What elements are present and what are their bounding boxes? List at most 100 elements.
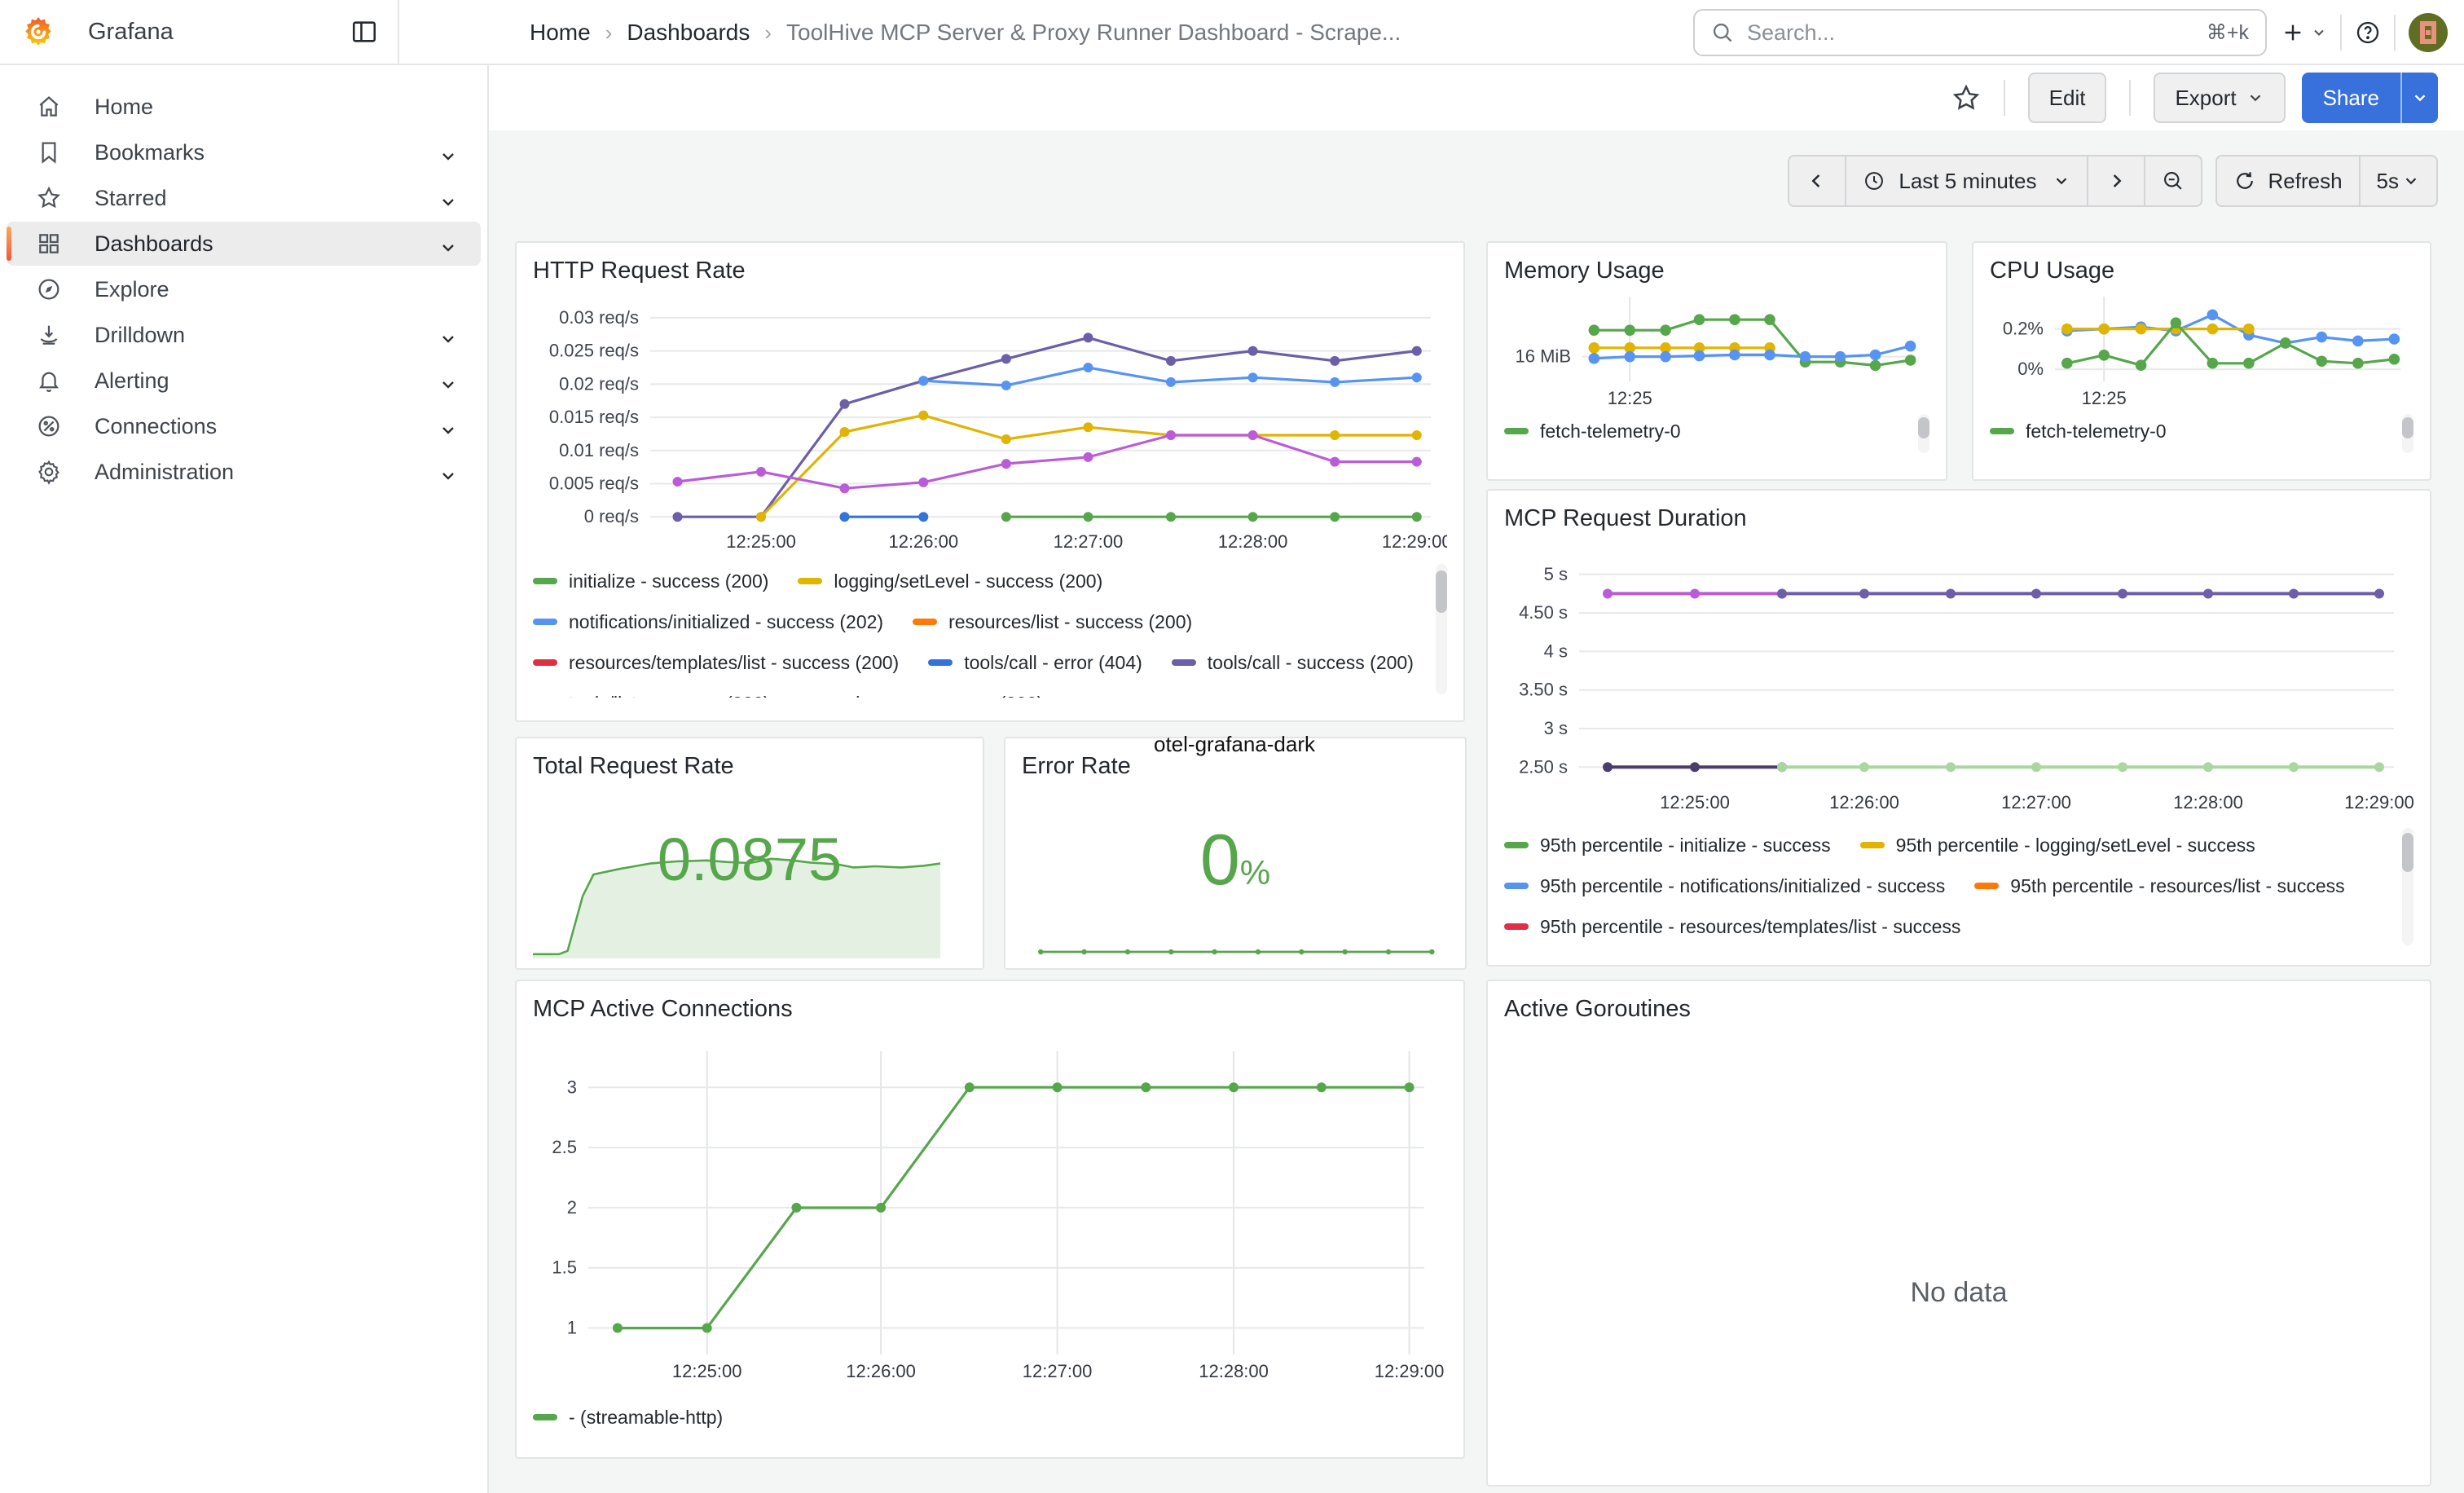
brand-label: Grafana (88, 19, 174, 46)
legend-item[interactable]: 95th percentile - logging/setLevel - suc… (1860, 825, 2255, 865)
legend-label: logging/setLevel - success (200) (834, 570, 1102, 592)
sidebar-item-alerting[interactable]: Alerting (7, 359, 481, 403)
share-menu-button[interactable] (2400, 73, 2438, 123)
legend-item[interactable]: 95th percentile - notifications/initiali… (1504, 865, 1945, 906)
panel-mcp-request-duration[interactable]: MCP Request Duration 2.50 s3 s3.50 s4 s4… (1486, 489, 2431, 967)
legend-item[interactable]: initialize - success (200) (533, 561, 768, 601)
panel-title: CPU Usage (1990, 254, 2413, 287)
user-avatar[interactable] (2409, 13, 2448, 52)
time-controls: Last 5 minutes Refresh 5s (1788, 155, 2438, 207)
breadcrumb-item[interactable]: Home (530, 20, 591, 46)
sidebar-item-label: Drilldown (95, 323, 185, 348)
panel-error-rate[interactable]: Error Rate 0% (1004, 737, 1467, 970)
sidebar-item-drilldown[interactable]: Drilldown (7, 313, 481, 357)
svg-text:12:28:00: 12:28:00 (1218, 531, 1288, 552)
sidebar-item-label: Alerting (95, 368, 169, 394)
cpu-usage-chart[interactable]: 0.2%0%12:25 (1990, 287, 2413, 411)
svg-text:0.01 req/s: 0.01 req/s (559, 440, 639, 460)
refresh-interval-picker[interactable]: 5s (2361, 156, 2436, 205)
sidebar-item-connections[interactable]: Connections (7, 404, 481, 448)
time-shift-forward-button[interactable] (2088, 156, 2145, 205)
legend-item[interactable]: tools/call - success (200) (1172, 642, 1414, 683)
svg-text:12:27:00: 12:27:00 (1054, 531, 1124, 552)
time-range-label: Last 5 minutes (1899, 169, 2036, 194)
legend-scrollbar[interactable] (1436, 564, 1447, 694)
divider (2129, 80, 2131, 116)
legend-scrollbar[interactable] (2402, 828, 2413, 945)
legend-scrollbar[interactable] (1918, 414, 1929, 453)
legend-label: 95th percentile - notifications/initiali… (1540, 875, 1945, 897)
edit-button[interactable]: Edit (2028, 73, 2107, 123)
sidebar-item-administration[interactable]: Administration (7, 450, 481, 494)
svg-text:0.03 req/s: 0.03 req/s (559, 307, 639, 328)
legend-label: fetch-telemetry-0 (2026, 421, 2167, 443)
sidebar-item-label: Home (95, 95, 153, 120)
legend-label: 95th percentile - logging/setLevel - suc… (1896, 835, 2255, 857)
svg-text:0%: 0% (2017, 359, 2044, 379)
chevron-down-icon[interactable] (438, 188, 458, 208)
mcp-request-duration-chart[interactable]: 2.50 s3 s3.50 s4 s4.50 s5 s12:25:0012:26… (1504, 535, 2413, 825)
legend-swatch (533, 659, 557, 666)
panel-title: MCP Request Duration (1504, 502, 2413, 535)
zoom-out-button[interactable] (2145, 156, 2201, 205)
panel-title: HTTP Request Rate (533, 254, 1447, 287)
legend-swatch (533, 619, 557, 625)
help-button[interactable] (2355, 20, 2381, 46)
legend-item[interactable]: logging/setLevel - success (200) (798, 561, 1102, 601)
legend-item[interactable]: 95th percentile - initialize - success (1504, 825, 1831, 865)
grid-icon (36, 231, 62, 257)
export-button[interactable]: Export (2154, 73, 2285, 123)
sidebar-item-home[interactable]: Home (7, 85, 481, 129)
legend-item[interactable]: tools/call - error (404) (928, 642, 1142, 683)
breadcrumb-item[interactable]: Dashboards (627, 20, 750, 46)
sidebar-item-starred[interactable]: Starred (7, 176, 481, 220)
panel-cpu-usage[interactable]: CPU Usage 0.2%0%12:25 fetch-telemetry-0 (1972, 241, 2431, 481)
breadcrumb-separator: › (605, 20, 613, 46)
legend-item[interactable]: resources/templates/list - success (200) (533, 642, 899, 683)
sidebar-item-dashboards[interactable]: Dashboards (7, 222, 481, 266)
chevron-down-icon[interactable] (438, 325, 458, 345)
share-button[interactable]: Share (2302, 73, 2400, 123)
time-range-picker[interactable]: Last 5 minutes (1846, 156, 2088, 205)
mcp-active-connections-chart[interactable]: 11.522.5312:25:0012:26:0012:27:0012:28:0… (533, 1025, 1447, 1397)
search-shortcut: ⌘+k (2207, 20, 2249, 45)
legend-item[interactable]: - (streamable-http) (533, 1397, 723, 1438)
favorite-star-icon[interactable] (1951, 83, 1981, 112)
legend-item[interactable]: tools/list - success (200) (533, 683, 770, 698)
chevron-down-icon[interactable] (438, 371, 458, 390)
legend-scrollbar[interactable] (2402, 414, 2413, 453)
chevron-down-icon[interactable] (438, 143, 458, 162)
svg-text:12:25: 12:25 (1608, 388, 1652, 408)
panel-http-request-rate[interactable]: HTTP Request Rate 0 req/s0.005 req/s0.01… (515, 241, 1465, 722)
panel-mcp-active-connections[interactable]: MCP Active Connections 11.522.5312:25:00… (515, 980, 1465, 1459)
search-input[interactable]: Search... ⌘+k (1693, 9, 2267, 56)
sidebar-item-bookmarks[interactable]: Bookmarks (7, 130, 481, 174)
legend-item[interactable]: 95th percentile - resources/templates/li… (1504, 906, 1960, 947)
sidebar-item-label: Connections (95, 414, 217, 439)
legend-label: 95th percentile - resources/list - succe… (2010, 875, 2344, 897)
chevron-down-icon[interactable] (438, 462, 458, 482)
panel-memory-usage[interactable]: Memory Usage 16 MiB12:25 fetch-telemetry… (1486, 241, 1947, 481)
sidebar-item-label: Starred (95, 186, 167, 211)
chevron-down-icon[interactable] (438, 234, 458, 253)
http-request-rate-chart[interactable]: 0 req/s0.005 req/s0.01 req/s0.015 req/s0… (533, 287, 1447, 561)
legend-item[interactable]: resources/list - success (200) (913, 601, 1192, 642)
panel-active-goroutines[interactable]: Active Goroutines No data (1486, 980, 2431, 1486)
svg-text:0.2%: 0.2% (2003, 319, 2044, 339)
refresh-button[interactable]: Refresh (2217, 156, 2360, 205)
panel-total-request-rate[interactable]: Total Request Rate 0.0875 (515, 737, 984, 970)
legend-item[interactable]: fetch-telemetry-0 (1990, 411, 2167, 451)
sidebar-toggle-icon[interactable] (350, 18, 378, 46)
chevron-down-icon[interactable] (438, 416, 458, 436)
http-legend: initialize - success (200) logging/setLev… (533, 561, 1447, 698)
add-button[interactable] (2280, 20, 2327, 46)
legend-item[interactable]: unknown - success (200) (799, 683, 1044, 698)
legend-item[interactable]: 95th percentile - resources/list - succe… (1974, 865, 2344, 906)
legend-item[interactable]: notifications/initialized - success (202… (533, 601, 883, 642)
time-shift-back-button[interactable] (1789, 156, 1846, 205)
legend-label: 95th percentile - resources/templates/li… (1540, 916, 1960, 938)
legend-item[interactable]: fetch-telemetry-0 (1504, 411, 1681, 451)
memory-usage-chart[interactable]: 16 MiB12:25 (1504, 287, 1929, 411)
sidebar-item-explore[interactable]: Explore (7, 267, 481, 311)
svg-text:12:25:00: 12:25:00 (1660, 792, 1730, 813)
